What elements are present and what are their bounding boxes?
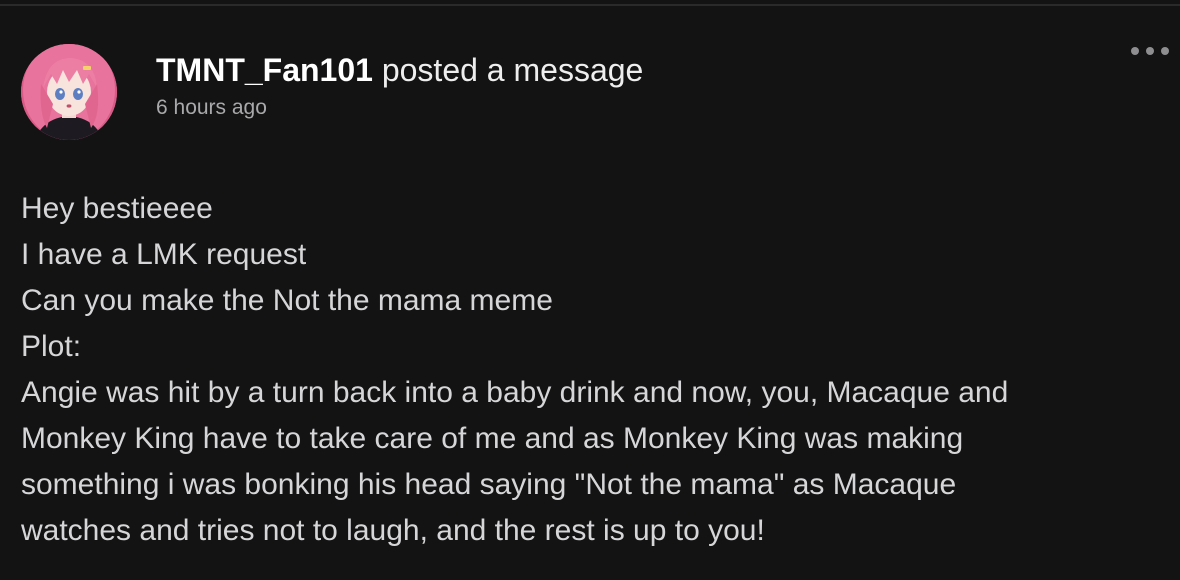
post-header: TMNT_Fan101 posted a message 6 hours ago [156,50,643,122]
post-body-line: Monkey King have to take care of me and … [21,422,964,455]
avatar[interactable] [21,44,117,140]
post-action-text: posted a message [372,52,644,88]
post-body-line: Hey bestieeee [21,192,213,225]
post-body-line: I have a LMK request [21,238,307,271]
message-post: TMNT_Fan101 posted a message 6 hours ago… [0,0,1180,580]
more-dot [1161,47,1169,55]
more-dot [1131,47,1139,55]
post-body-line: Plot: [21,330,82,363]
avatar-image [21,44,117,140]
more-dot [1146,47,1154,55]
more-options-icon[interactable] [1131,44,1169,58]
top-divider [0,4,1180,6]
username-link[interactable]: TMNT_Fan101 [156,52,373,88]
post-body-line: Can you make the Not the mama meme [21,284,553,317]
post-body-line: something i was bonking his head saying … [21,468,957,501]
post-body: Hey bestieeee I have a LMK request Can y… [21,186,1161,554]
post-timestamp: 6 hours ago [156,96,267,119]
post-title: TMNT_Fan101 posted a message [156,50,643,90]
post-body-line: Angie was hit by a turn back into a baby… [21,376,1009,409]
post-body-line: watches and tries not to laugh, and the … [21,514,765,547]
